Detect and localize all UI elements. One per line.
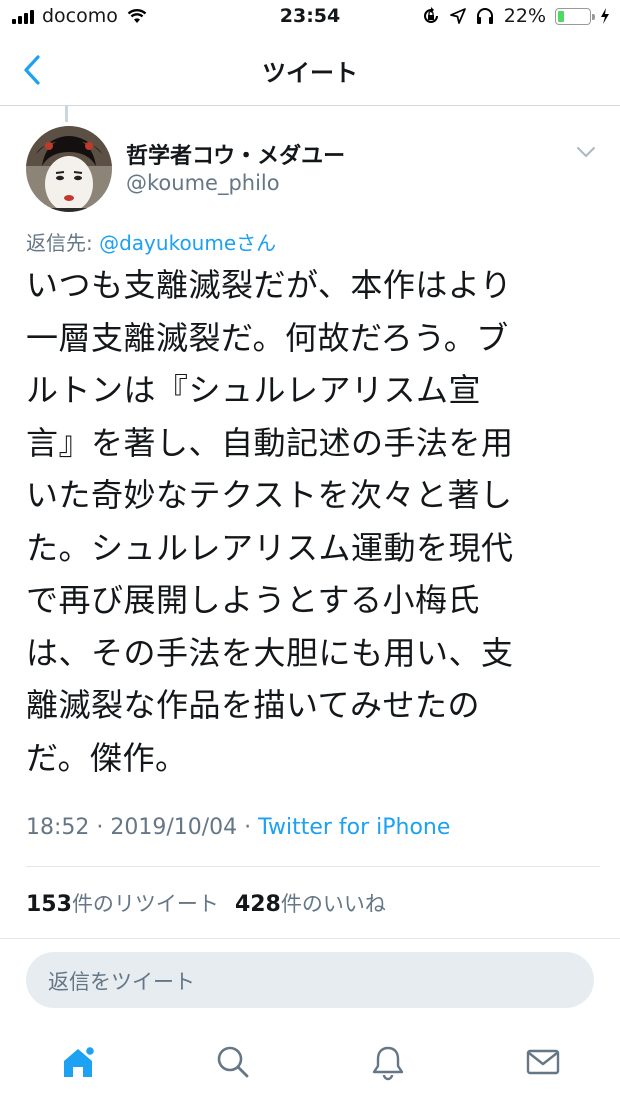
tweet-timestamp: 18:52 · 2019/10/04 ·	[26, 815, 259, 840]
reply-prefix: 返信先:	[26, 231, 100, 255]
headphones-icon	[476, 8, 493, 24]
chevron-down-icon[interactable]	[574, 144, 598, 160]
author-handle[interactable]: @koume_philo	[126, 171, 280, 195]
status-bar: docomo 23:54 22%	[0, 0, 620, 34]
retweets-label: 件のリツイート	[71, 892, 219, 916]
nav-bar: ツイート	[0, 34, 620, 106]
battery-icon	[555, 7, 595, 25]
divider	[0, 938, 620, 939]
reply-context: 返信先: @dayukoumeさん	[26, 227, 276, 256]
battery-percent: 22%	[503, 5, 546, 27]
reply-mention-link[interactable]: @dayukoume	[99, 231, 236, 255]
tweet-source-link[interactable]: Twitter for iPhone	[258, 815, 450, 840]
retweets-count: 153	[26, 892, 72, 917]
mail-icon[interactable]	[523, 1042, 563, 1082]
reply-suffix: さん	[236, 231, 277, 255]
tweet-text: いつも支離滅裂だが、本作はより 一層支離滅裂だ。何故だろう。ブ ルトンは『シュル…	[26, 266, 514, 777]
tab-bar	[0, 1024, 620, 1103]
likes-count: 428	[234, 892, 281, 917]
tweet-stats: 153件のリツイート 428件のいいね	[26, 888, 386, 918]
avatar[interactable]	[26, 126, 112, 212]
likes-stat[interactable]: 428件のいいね	[235, 888, 386, 918]
author-name[interactable]: 哲学者コウ・メダユー	[126, 138, 345, 170]
bell-icon[interactable]	[368, 1042, 408, 1082]
search-icon[interactable]	[213, 1042, 253, 1082]
page-title: ツイート	[262, 59, 358, 87]
charging-bolt-icon	[601, 8, 609, 24]
thread-connector	[65, 106, 68, 122]
reply-placeholder: 返信をツイート	[48, 970, 195, 994]
likes-label: 件のいいね	[280, 892, 386, 916]
orientation-lock-icon	[423, 7, 438, 23]
reply-input[interactable]: 返信をツイート	[26, 952, 594, 1008]
home-icon[interactable]	[58, 1042, 98, 1082]
location-icon	[449, 8, 466, 24]
status-right: 22%	[421, 5, 610, 27]
tweet-meta: 18:52 · 2019/10/04 · Twitter for iPhone	[26, 815, 450, 840]
divider	[26, 866, 600, 867]
retweets-stat[interactable]: 153件のリツイート	[26, 888, 219, 918]
